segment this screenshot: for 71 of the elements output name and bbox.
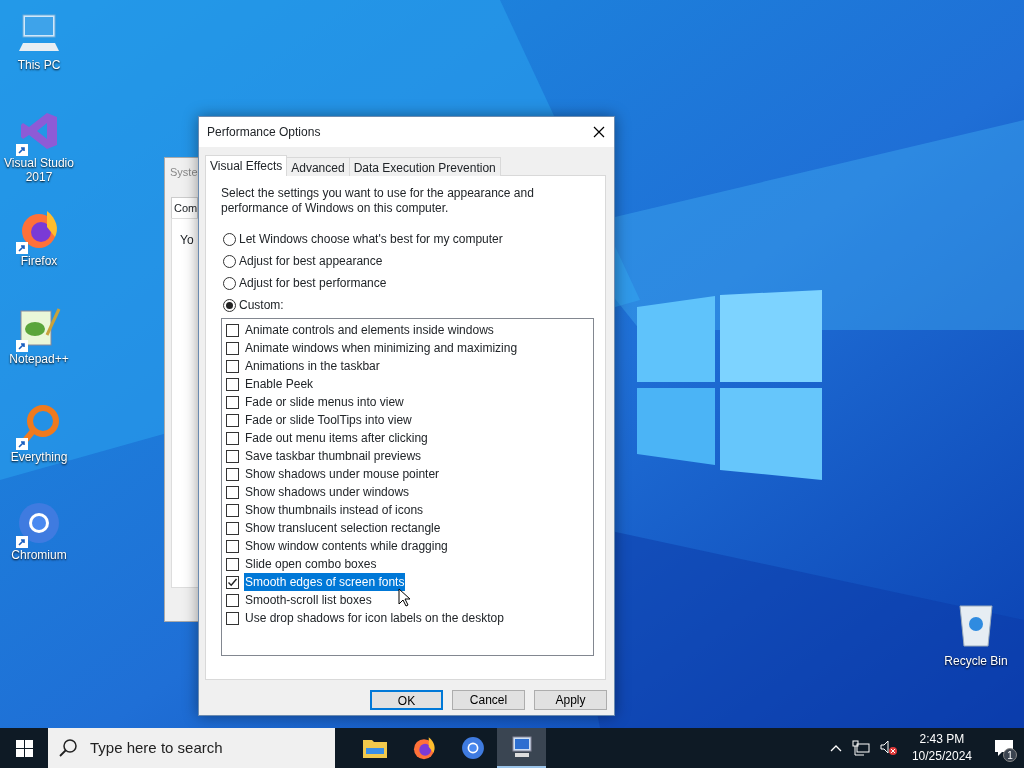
checkbox[interactable] bbox=[226, 467, 239, 481]
mouse-pointer-icon bbox=[398, 588, 410, 607]
description-text: Select the settings you want to use for the appearance and performance of Windows on this computer. bbox=[221, 186, 535, 216]
checkbox-label[interactable]: Fade or slide ToolTips into view bbox=[244, 411, 413, 429]
checkbox-label[interactable]: Use drop shadows for icon labels on the desktop bbox=[244, 609, 505, 627]
checkbox[interactable] bbox=[226, 485, 239, 499]
close-icon bbox=[593, 126, 605, 138]
search-field[interactable]: Type here to search bbox=[88, 735, 328, 761]
browser-logo-icon[interactable] bbox=[17, 501, 61, 545]
checkbox[interactable] bbox=[226, 557, 239, 571]
checkbox-label[interactable]: Show translucent selection rectangle bbox=[244, 519, 442, 537]
panel-text: Yo bbox=[180, 233, 194, 247]
checkbox[interactable] bbox=[226, 413, 239, 427]
tab[interactable]: Com bbox=[171, 196, 198, 218]
checkbox-label[interactable]: Animations in the taskbar bbox=[244, 357, 381, 375]
checkbox[interactable] bbox=[226, 593, 239, 607]
radio-label[interactable]: Adjust for best appearance bbox=[239, 252, 383, 270]
checkbox-label[interactable]: Show shadows under mouse pointer bbox=[244, 465, 441, 483]
desktop-icon-label[interactable]: Recycle Bin bbox=[944, 654, 1008, 668]
windows-logo-icon bbox=[15, 739, 33, 757]
browser-logo-icon bbox=[460, 736, 485, 760]
radio-button[interactable] bbox=[223, 276, 236, 290]
search-icon bbox=[58, 738, 78, 758]
cancel-button[interactable]: Cancel bbox=[452, 690, 525, 710]
muted-volume-icon[interactable] bbox=[877, 740, 900, 756]
radio-label[interactable]: Let Windows choose what's best for my computer bbox=[239, 230, 503, 248]
checkbox[interactable] bbox=[226, 395, 239, 409]
tab[interactable]: Data Execution Prevention bbox=[348, 157, 501, 176]
desktop-icon-label[interactable]: Chromium bbox=[11, 548, 67, 562]
checkbox[interactable] bbox=[226, 449, 239, 463]
tab[interactable]: Advanced bbox=[286, 157, 350, 176]
checkbox-label[interactable]: Save taskbar thumbnail previews bbox=[244, 447, 423, 465]
network-icon[interactable] bbox=[849, 740, 872, 756]
checkbox-label[interactable]: Slide open combo boxes bbox=[244, 555, 378, 573]
checkbox[interactable] bbox=[226, 611, 239, 625]
radio-button[interactable] bbox=[223, 232, 236, 246]
checkbox-label[interactable]: Show window contents while dragging bbox=[244, 537, 449, 555]
window-title: Syste bbox=[169, 165, 198, 180]
checkbox[interactable] bbox=[226, 503, 239, 517]
checkbox[interactable] bbox=[226, 539, 239, 553]
checkbox-label[interactable]: Show shadows under windows bbox=[244, 483, 411, 501]
notifications-button[interactable]: 1 bbox=[984, 728, 1024, 768]
ok-button[interactable]: OK bbox=[370, 690, 443, 710]
taskbar-app-button[interactable] bbox=[497, 728, 546, 768]
apply-button[interactable]: Apply bbox=[534, 690, 607, 710]
radio-button[interactable] bbox=[223, 254, 236, 268]
search-box[interactable]: Type here to search bbox=[48, 728, 335, 768]
folder-icon bbox=[362, 738, 387, 758]
checkbox[interactable] bbox=[226, 521, 239, 535]
checkbox[interactable] bbox=[226, 323, 239, 337]
radio-label[interactable]: Adjust for best performance bbox=[239, 274, 387, 292]
checkbox-label[interactable]: Enable Peek bbox=[244, 375, 315, 393]
tab[interactable]: Visual Effects bbox=[205, 155, 288, 176]
checkbox-label[interactable]: Animate controls and elements inside windows bbox=[244, 321, 495, 339]
radio-label[interactable]: Custom: bbox=[239, 296, 284, 314]
window-title: Performance Options bbox=[207, 124, 321, 141]
notification-count: 1 bbox=[1003, 748, 1017, 762]
checkbox[interactable] bbox=[226, 377, 239, 391]
clock[interactable]: 2:43 PM 10/25/2024 bbox=[905, 731, 978, 765]
recycle-bin-icon[interactable] bbox=[956, 602, 996, 648]
checkbox[interactable] bbox=[226, 575, 239, 589]
checkbox[interactable] bbox=[226, 431, 239, 445]
checkbox-label[interactable]: Smooth-scroll list boxes bbox=[244, 591, 373, 609]
checkbox[interactable] bbox=[226, 359, 239, 373]
radio-button[interactable] bbox=[223, 298, 236, 312]
checkbox-label[interactable]: Fade out menu items after clicking bbox=[244, 429, 429, 447]
checkbox-label[interactable]: Show thumbnails instead of icons bbox=[244, 501, 425, 519]
checkbox-label[interactable]: Smooth edges of screen fonts bbox=[244, 573, 406, 591]
checkbox-label[interactable]: Fade or slide menus into view bbox=[244, 393, 405, 411]
checkbox[interactable] bbox=[226, 341, 239, 355]
checkbox-label[interactable]: Animate windows when minimizing and maximizing bbox=[244, 339, 519, 357]
